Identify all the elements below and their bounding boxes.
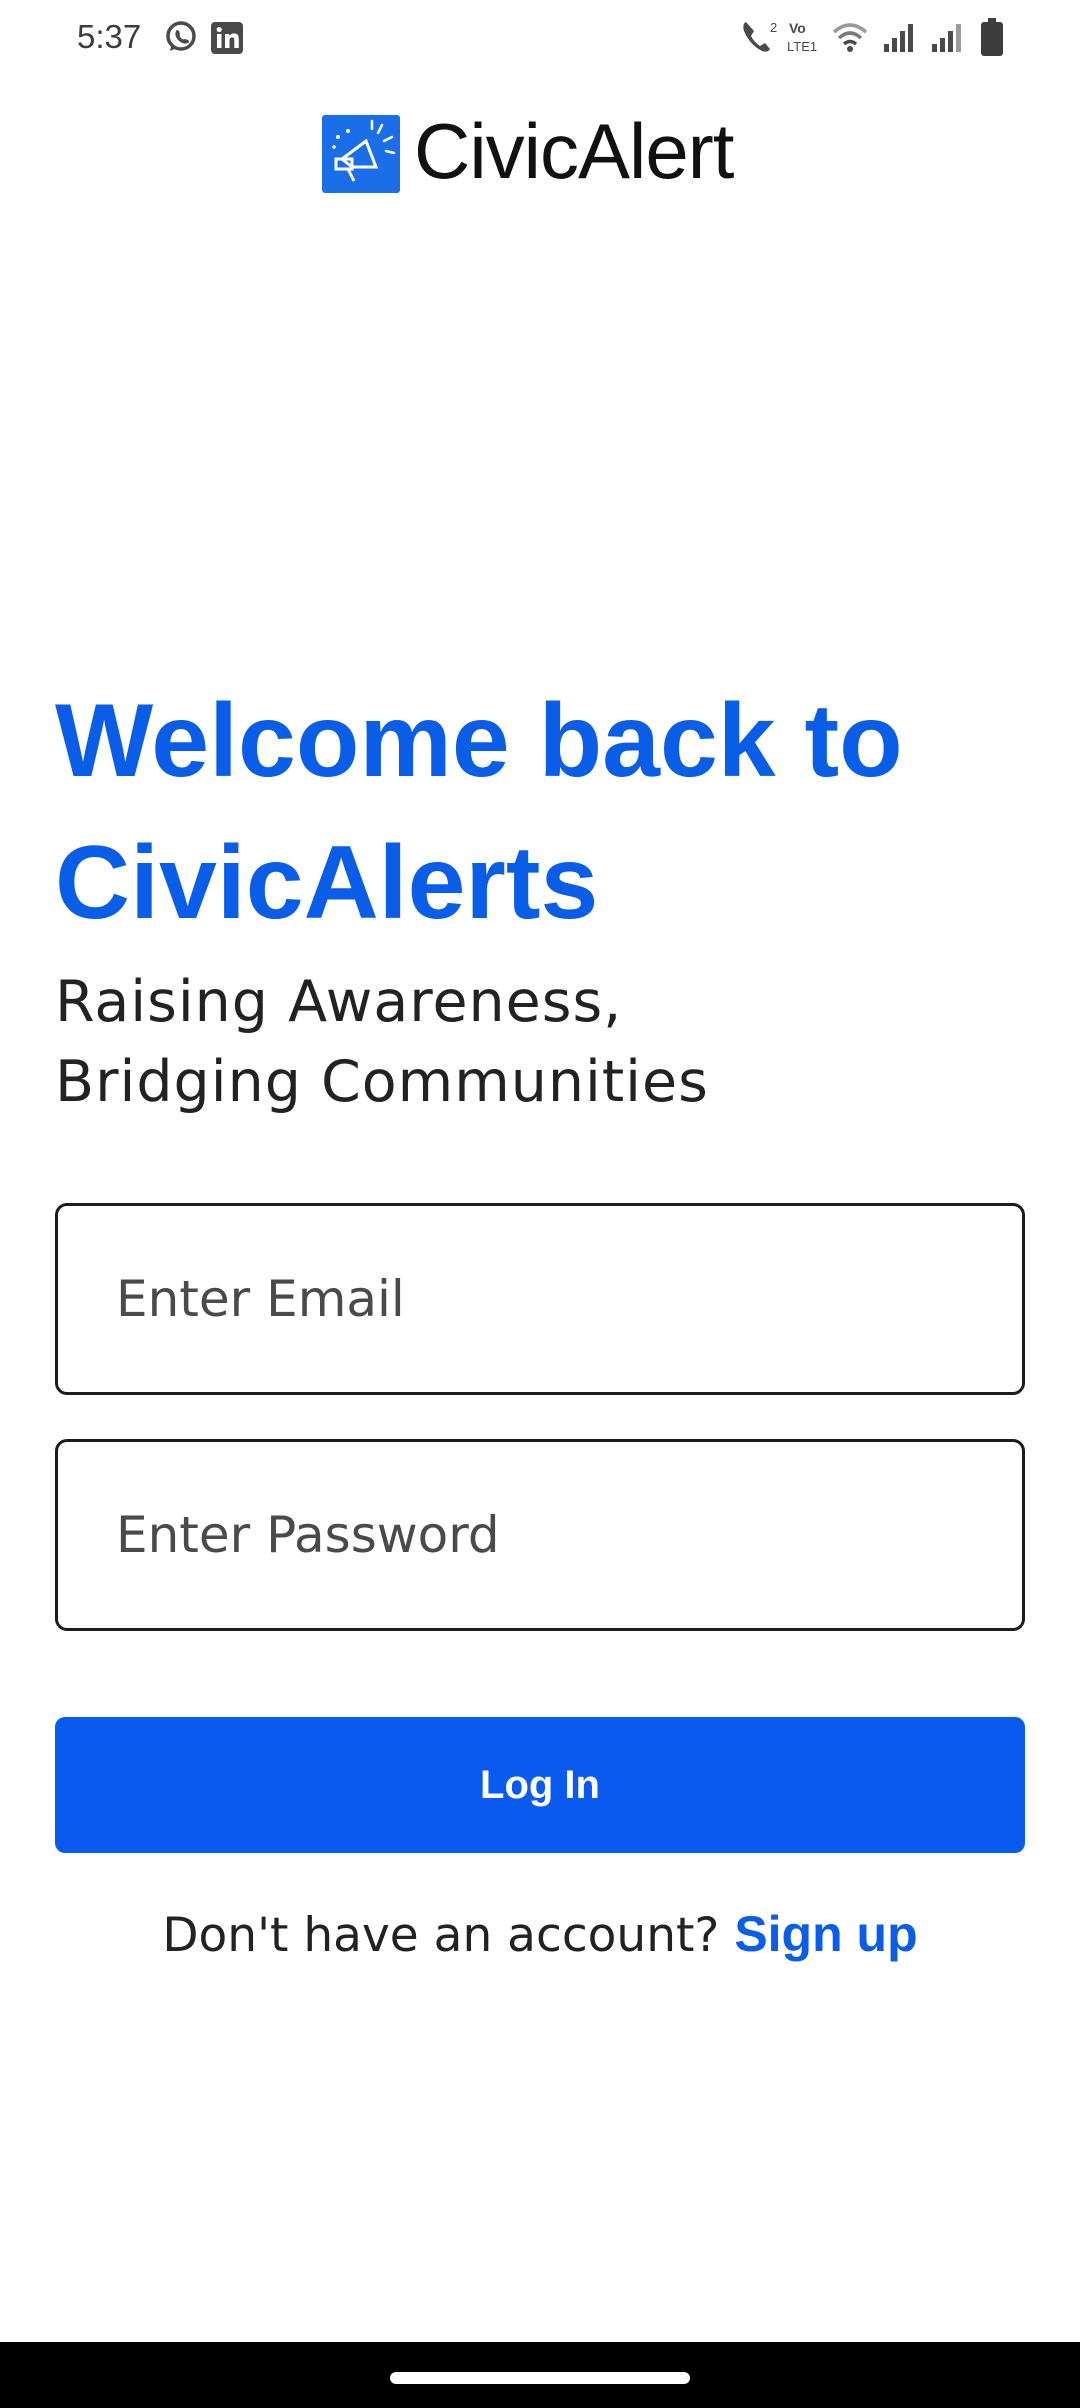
password-field[interactable]	[55, 1439, 1025, 1631]
battery-icon	[981, 18, 1003, 61]
tagline-line: Bridging Communities	[55, 1049, 709, 1115]
home-indicator[interactable]	[390, 2372, 690, 2384]
tagline-line: Raising Awareness,	[55, 969, 623, 1035]
volte-label: LTE1	[787, 39, 817, 54]
whatsapp-icon	[164, 20, 198, 59]
signal-icon	[930, 22, 964, 57]
tagline: Raising Awareness, Bridging Communities	[55, 962, 1035, 1122]
svg-text:Vo: Vo	[789, 20, 806, 36]
signup-prompt: Don't have an account?	[162, 1908, 735, 1963]
login-button[interactable]: Log In	[55, 1717, 1025, 1853]
status-bar: 5:37 2 Vo LTE1	[0, 0, 1080, 80]
status-time: 5:37	[77, 18, 142, 55]
app-name: CivicAlert	[414, 107, 734, 195]
app-header: CivicAlert	[0, 100, 1080, 210]
signup-link[interactable]: Sign up	[734, 1906, 917, 1962]
wifi-icon	[832, 20, 868, 59]
svg-text:2: 2	[770, 20, 777, 35]
call-icon: 2	[740, 18, 782, 61]
page-title: Welcome back to CivicAlerts	[55, 683, 903, 941]
megaphone-icon	[322, 115, 400, 193]
linkedin-icon	[211, 22, 243, 59]
signup-row: Don't have an account? Sign up	[0, 1905, 1080, 1963]
signal-icon	[882, 22, 916, 57]
volte-icon: Vo LTE1	[786, 18, 826, 61]
email-field[interactable]	[55, 1203, 1025, 1395]
navigation-bar	[0, 2342, 1080, 2408]
